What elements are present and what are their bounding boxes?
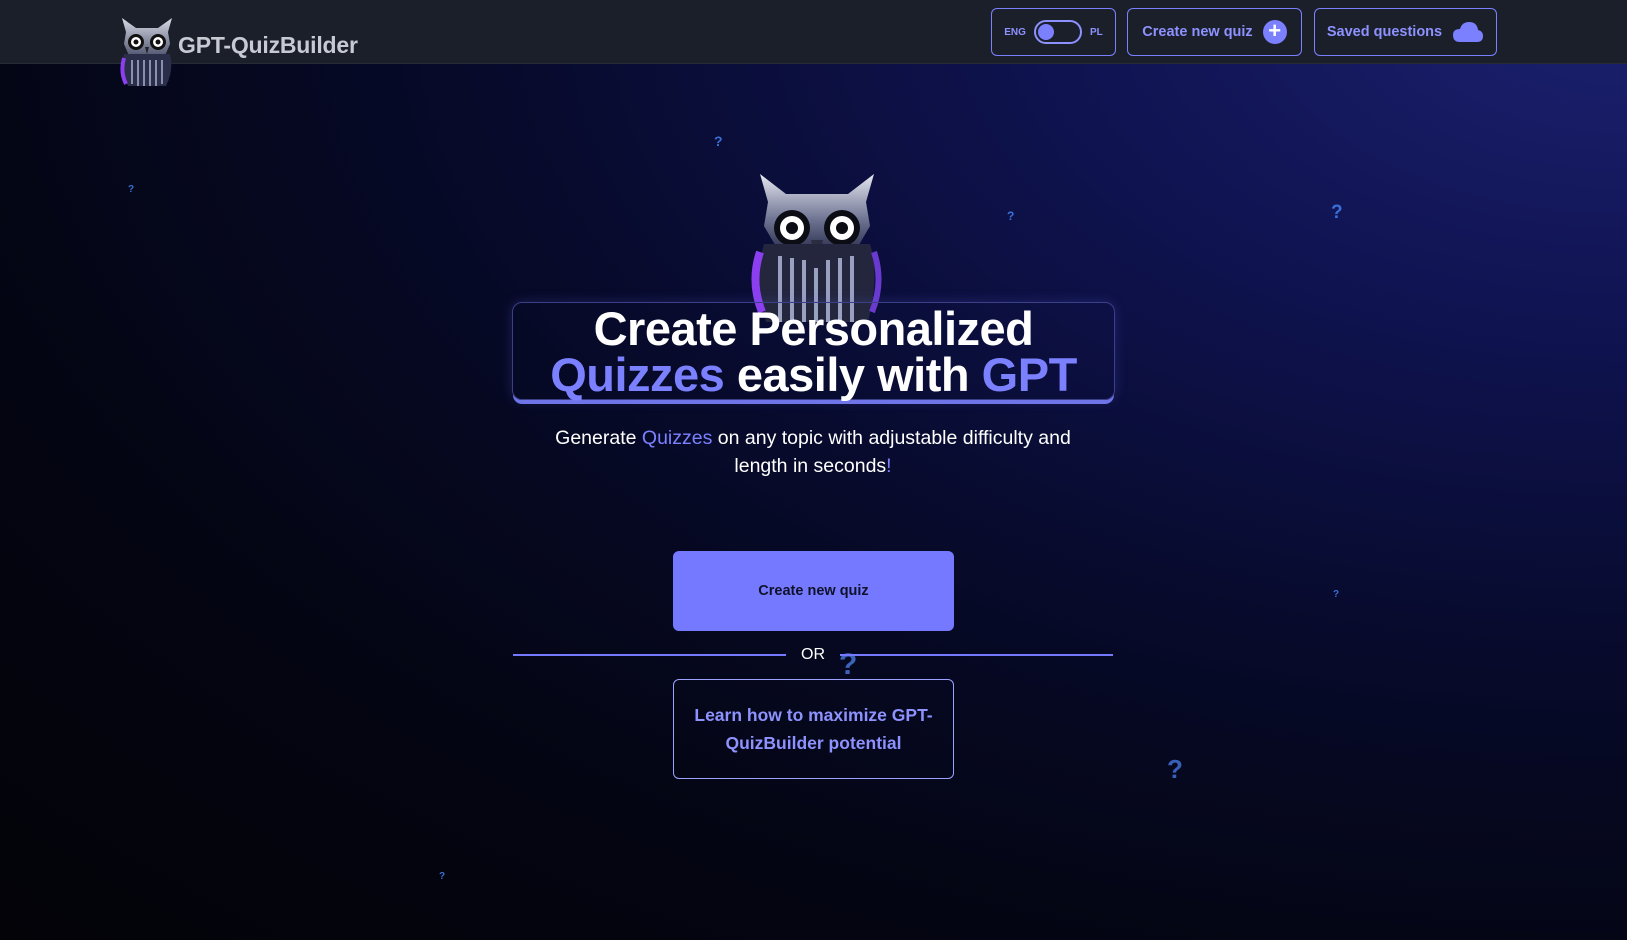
question-mark-decor: ?	[1333, 589, 1340, 600]
question-mark-decor: ?	[439, 871, 446, 882]
hero-title-box: Create Personalized Quizzes easily with …	[512, 302, 1115, 401]
language-toggle[interactable]: ENG PL	[991, 8, 1116, 56]
lang-eng-label: ENG	[1004, 26, 1026, 38]
owl-logo-icon	[120, 18, 172, 86]
subtitle-accent: Quizzes	[641, 427, 713, 449]
lang-pl-label: PL	[1089, 26, 1103, 38]
hero-subtitle: Generate Quizzes on any topic with adjus…	[540, 424, 1086, 480]
question-mark-decor: ?	[714, 133, 723, 149]
hero-title-accent-quizzes: Quizzes	[550, 348, 725, 401]
create-new-quiz-button[interactable]: Create new quiz	[673, 551, 954, 631]
top-navbar: GPT-QuizBuilder ENG PL Create new quiz +…	[0, 0, 1627, 86]
divider-right	[840, 654, 1113, 656]
nav-create-quiz-button[interactable]: Create new quiz +	[1127, 8, 1302, 56]
saved-questions-button[interactable]: Saved questions	[1314, 8, 1497, 56]
learn-more-button[interactable]: Learn how to maximize GPT-QuizBuilder po…	[673, 679, 954, 779]
question-mark-decor: ?	[1331, 202, 1343, 223]
plus-icon: +	[1262, 20, 1287, 44]
question-mark-decor: ?	[1167, 754, 1183, 784]
divider-left	[513, 654, 786, 656]
switch-knob	[1037, 24, 1054, 40]
hero-title-accent-gpt: GPT	[981, 348, 1078, 401]
nav-create-quiz-label: Create new quiz	[1142, 24, 1253, 40]
question-mark-decor: ?	[1007, 209, 1015, 223]
cloud-icon	[1453, 22, 1484, 42]
subtitle-exclamation: !	[886, 455, 892, 477]
hero-title-middle: easily with	[724, 348, 982, 401]
language-switch[interactable]	[1033, 20, 1082, 44]
or-separator: OR	[801, 646, 825, 663]
owl-hero-icon	[751, 174, 882, 322]
question-mark-decor: ?	[128, 184, 135, 195]
subtitle-prefix: Generate	[555, 427, 642, 449]
saved-questions-label: Saved questions	[1326, 24, 1443, 40]
hero-title-line2: Quizzes easily with GPT	[513, 349, 1114, 401]
brand-name: GPT-QuizBuilder	[178, 32, 358, 58]
